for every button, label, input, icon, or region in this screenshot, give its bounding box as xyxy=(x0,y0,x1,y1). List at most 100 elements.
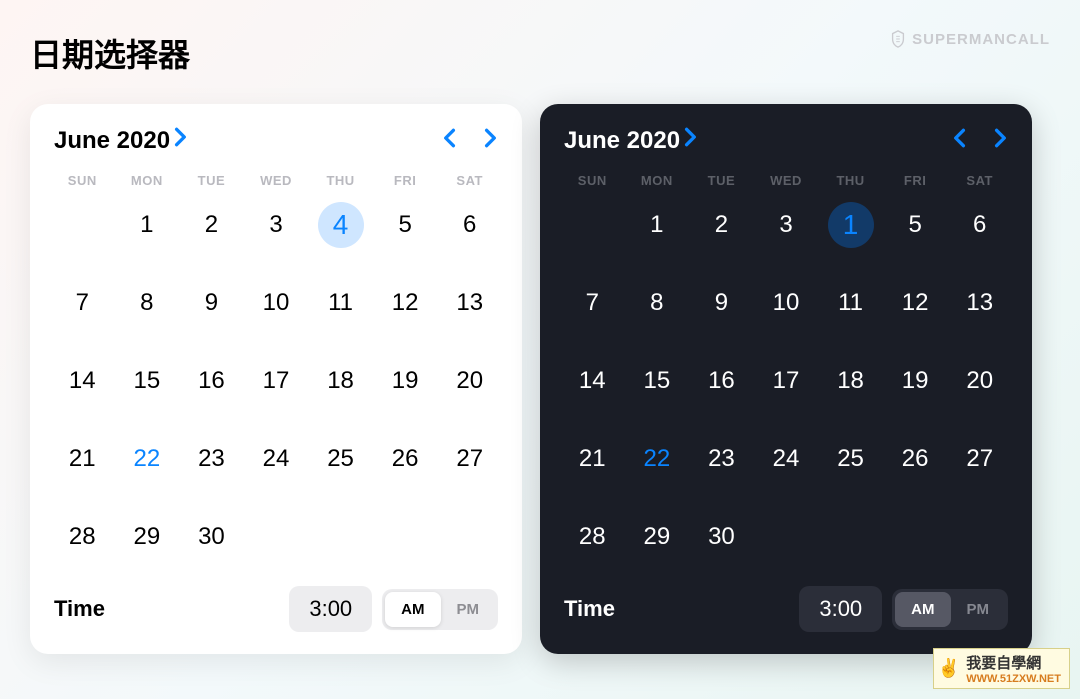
weekday-label: TUE xyxy=(689,173,754,188)
day-cell[interactable]: 9 xyxy=(689,276,754,330)
pm-segment[interactable]: PM xyxy=(441,592,496,627)
pm-segment[interactable]: PM xyxy=(951,592,1006,627)
next-month-button[interactable] xyxy=(484,127,498,154)
day-cell[interactable]: 13 xyxy=(437,276,502,330)
day-cell[interactable]: 5 xyxy=(883,198,948,252)
time-label: Time xyxy=(54,596,105,622)
day-cell[interactable]: 20 xyxy=(437,354,502,408)
day-cell[interactable]: 16 xyxy=(689,354,754,408)
day-cell[interactable]: 14 xyxy=(50,354,115,408)
day-cell[interactable]: 18 xyxy=(308,354,373,408)
day-cell[interactable]: 7 xyxy=(560,276,625,330)
weekday-label: SAT xyxy=(437,173,502,188)
ampm-toggle: AM PM xyxy=(382,589,498,630)
day-cell-empty xyxy=(50,198,115,252)
day-cell[interactable]: 28 xyxy=(50,510,115,564)
month-label: June 2020 xyxy=(564,127,680,155)
day-cell[interactable]: 12 xyxy=(883,276,948,330)
day-cell[interactable]: 17 xyxy=(754,354,819,408)
day-cell[interactable]: 12 xyxy=(373,276,438,330)
day-grid: 1234567891011121314151617181920212223242… xyxy=(50,198,502,564)
day-cell[interactable]: 3 xyxy=(244,198,309,252)
day-cell[interactable]: 21 xyxy=(560,432,625,486)
weekday-label: THU xyxy=(308,173,373,188)
weekday-label: SAT xyxy=(947,173,1012,188)
day-cell[interactable]: 22 xyxy=(115,432,180,486)
datepicker-light: June 2020 SUNMONTUEWEDTHUFRISAT 12345678… xyxy=(30,104,522,654)
day-cell[interactable]: 26 xyxy=(883,432,948,486)
day-cell[interactable]: 29 xyxy=(625,510,690,564)
day-cell[interactable]: 21 xyxy=(50,432,115,486)
time-input[interactable]: 3:00 xyxy=(289,586,372,632)
day-cell[interactable]: 8 xyxy=(115,276,180,330)
day-cell[interactable]: 24 xyxy=(754,432,819,486)
brand-icon xyxy=(890,30,906,48)
watermark: ✌️ 我要自學網 WWW.51ZXW.NET xyxy=(933,648,1070,689)
prev-month-button[interactable] xyxy=(952,127,966,154)
day-cell[interactable]: 19 xyxy=(373,354,438,408)
day-cell[interactable]: 3 xyxy=(754,198,819,252)
day-cell[interactable]: 1 xyxy=(818,198,883,252)
weekday-label: MON xyxy=(115,173,180,188)
day-cell[interactable]: 6 xyxy=(437,198,502,252)
day-cell[interactable]: 2 xyxy=(179,198,244,252)
weekday-label: SUN xyxy=(50,173,115,188)
day-cell[interactable]: 23 xyxy=(179,432,244,486)
month-selector[interactable]: June 2020 xyxy=(564,126,698,155)
day-cell[interactable]: 14 xyxy=(560,354,625,408)
day-cell[interactable]: 13 xyxy=(947,276,1012,330)
day-cell[interactable]: 11 xyxy=(818,276,883,330)
day-cell[interactable]: 5 xyxy=(373,198,438,252)
day-cell[interactable]: 1 xyxy=(625,198,690,252)
day-cell[interactable]: 25 xyxy=(308,432,373,486)
day-cell[interactable]: 19 xyxy=(883,354,948,408)
day-cell[interactable]: 17 xyxy=(244,354,309,408)
day-cell[interactable]: 15 xyxy=(115,354,180,408)
day-cell[interactable]: 26 xyxy=(373,432,438,486)
day-cell[interactable]: 11 xyxy=(308,276,373,330)
time-label: Time xyxy=(564,596,615,622)
am-segment[interactable]: AM xyxy=(895,592,950,627)
weekday-header: SUNMONTUEWEDTHUFRISAT xyxy=(560,173,1012,188)
month-selector[interactable]: June 2020 xyxy=(54,126,188,155)
day-cell[interactable]: 20 xyxy=(947,354,1012,408)
chevron-right-icon xyxy=(174,126,188,155)
day-cell[interactable]: 25 xyxy=(818,432,883,486)
weekday-label: WED xyxy=(244,173,309,188)
day-cell[interactable]: 28 xyxy=(560,510,625,564)
am-segment[interactable]: AM xyxy=(385,592,440,627)
day-cell[interactable]: 10 xyxy=(244,276,309,330)
day-cell[interactable]: 24 xyxy=(244,432,309,486)
day-cell[interactable]: 1 xyxy=(115,198,180,252)
day-cell[interactable]: 15 xyxy=(625,354,690,408)
prev-month-button[interactable] xyxy=(442,127,456,154)
day-cell[interactable]: 6 xyxy=(947,198,1012,252)
day-cell[interactable]: 18 xyxy=(818,354,883,408)
datepicker-dark: June 2020 SUNMONTUEWEDTHUFRISAT 12315678… xyxy=(540,104,1032,654)
brand-label: SUPERMANCALL xyxy=(890,30,1050,48)
day-cell[interactable]: 8 xyxy=(625,276,690,330)
day-cell[interactable]: 9 xyxy=(179,276,244,330)
day-cell[interactable]: 30 xyxy=(179,510,244,564)
next-month-button[interactable] xyxy=(994,127,1008,154)
weekday-label: THU xyxy=(818,173,883,188)
weekday-label: WED xyxy=(754,173,819,188)
day-cell[interactable]: 23 xyxy=(689,432,754,486)
month-label: June 2020 xyxy=(54,127,170,155)
weekday-label: MON xyxy=(625,173,690,188)
chevron-right-icon xyxy=(684,126,698,155)
watermark-icon: ✌️ xyxy=(938,658,960,679)
day-cell[interactable]: 27 xyxy=(947,432,1012,486)
day-cell[interactable]: 10 xyxy=(754,276,819,330)
day-cell[interactable]: 4 xyxy=(308,198,373,252)
day-cell[interactable]: 29 xyxy=(115,510,180,564)
weekday-header: SUNMONTUEWEDTHUFRISAT xyxy=(50,173,502,188)
day-cell[interactable]: 30 xyxy=(689,510,754,564)
day-cell[interactable]: 7 xyxy=(50,276,115,330)
day-cell[interactable]: 16 xyxy=(179,354,244,408)
day-cell[interactable]: 2 xyxy=(689,198,754,252)
day-cell[interactable]: 22 xyxy=(625,432,690,486)
day-cell-empty xyxy=(560,198,625,252)
day-cell[interactable]: 27 xyxy=(437,432,502,486)
time-input[interactable]: 3:00 xyxy=(799,586,882,632)
